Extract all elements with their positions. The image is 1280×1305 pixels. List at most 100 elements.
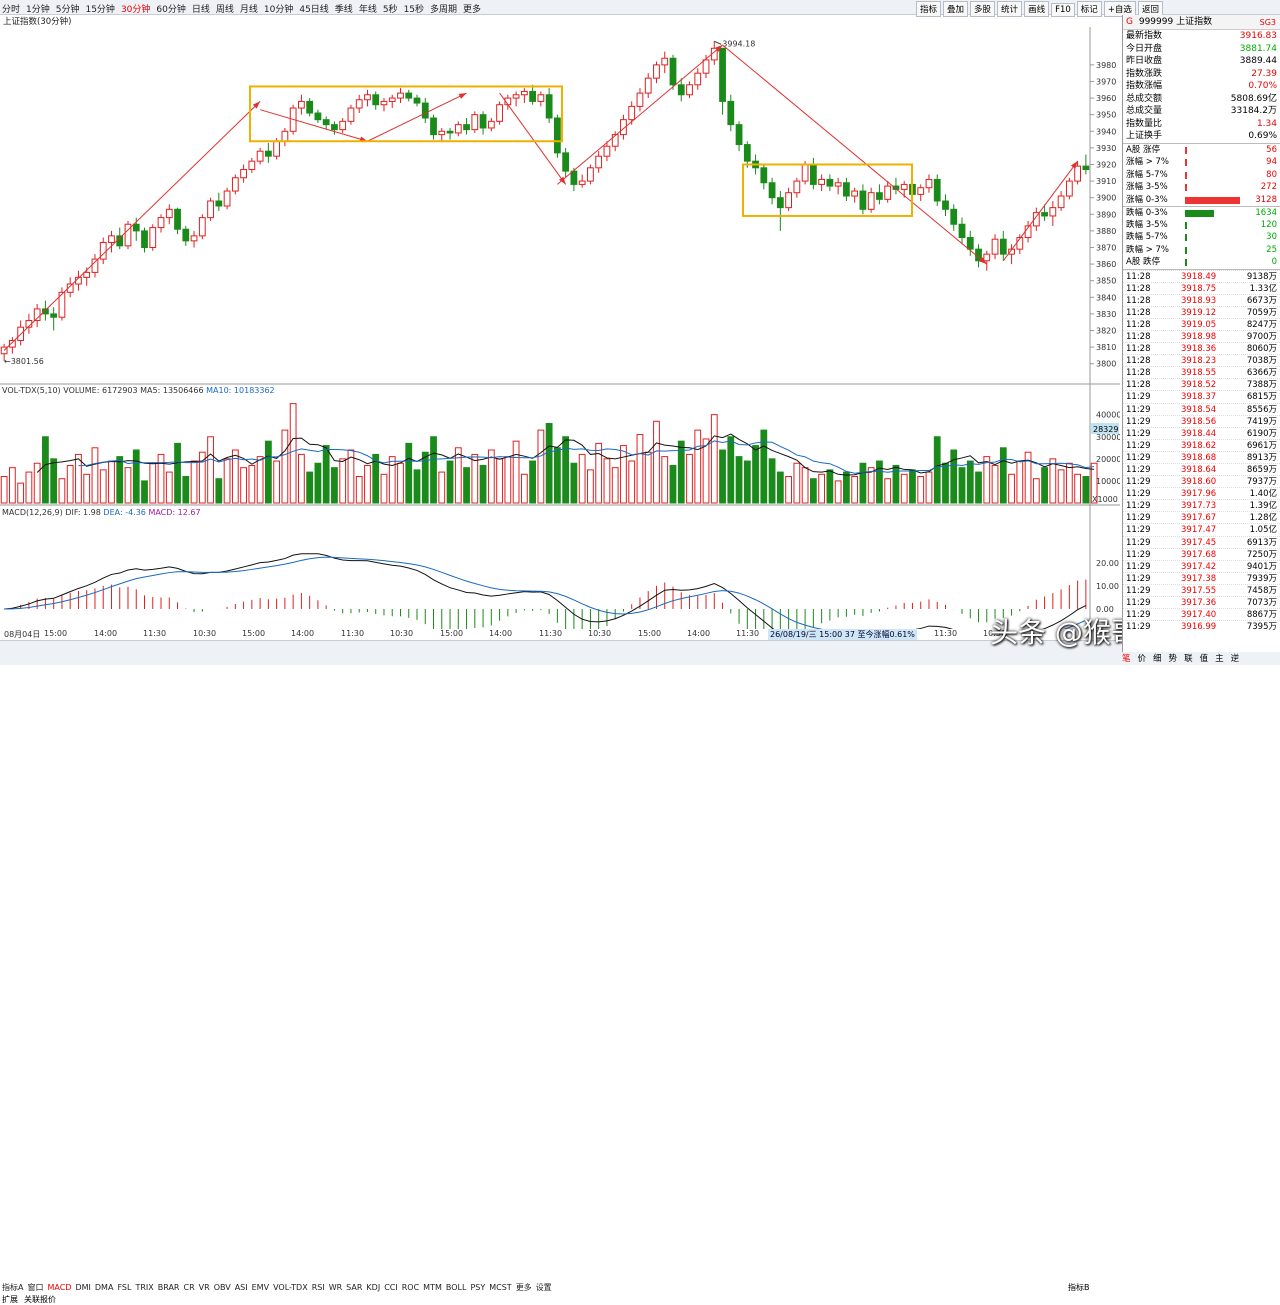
indicator-tab-7[interactable]: BRAR: [158, 1283, 180, 1292]
index-logo-icon: G: [1126, 17, 1133, 27]
period-tab-11[interactable]: 季线: [335, 5, 353, 15]
volume-bar: [727, 436, 735, 504]
period-tab-1[interactable]: 1分钟: [26, 5, 50, 15]
quote-label: 总成交量: [1126, 106, 1163, 116]
volume-bar: [917, 476, 925, 504]
breadth-label: A股 涨停: [1126, 144, 1161, 155]
volume-bar: [397, 462, 404, 504]
indicator-tab-22[interactable]: PSY: [470, 1283, 485, 1292]
candle-body: [595, 155, 603, 169]
indicator-tab-4[interactable]: DMA: [95, 1283, 114, 1292]
trend-arrows: [3, 44, 1079, 351]
indicator-b-button[interactable]: 指标B: [1068, 1282, 1090, 1293]
period-tab-15[interactable]: 多周期: [430, 5, 457, 15]
price-axis-label: 3950: [1096, 111, 1116, 120]
candle-body: [174, 208, 181, 230]
quote-tab-0[interactable]: 笔: [1122, 654, 1131, 664]
indicator-tab-16[interactable]: SAR: [346, 1283, 362, 1292]
quote-tab-3[interactable]: 势: [1169, 654, 1178, 664]
candle-body: [438, 130, 446, 136]
chart-area[interactable]: 3980 3970 3960 3950 3940 3930 3920 3910 3900 3890…: [0, 27, 1120, 629]
period-tab-3[interactable]: 15分钟: [85, 5, 114, 15]
time-label-1: 15:00: [44, 629, 68, 638]
volume-bar: [661, 456, 669, 504]
candle-body: [884, 185, 892, 200]
indicator-tab-15[interactable]: WR: [329, 1283, 342, 1292]
tick-row: 11:28 3918.98 9700万: [1123, 329, 1280, 342]
candle-body: [578, 180, 586, 185]
period-tab-12[interactable]: 年线: [359, 5, 377, 15]
period-tab-7[interactable]: 周线: [216, 5, 234, 15]
period-tab-16[interactable]: 更多: [463, 5, 481, 15]
volume-bar: [306, 471, 314, 504]
indicator-tab-21[interactable]: BOLL: [446, 1283, 467, 1292]
quote-tab-4[interactable]: 联: [1184, 654, 1193, 664]
volume-bar: [636, 434, 644, 504]
period-tab-4[interactable]: 30分钟: [121, 5, 150, 15]
indicator-tab-10[interactable]: OBV: [214, 1283, 231, 1292]
volume-bar: [256, 456, 264, 504]
volume-bar: [405, 442, 413, 504]
indicator-tab-25[interactable]: 设置: [536, 1283, 552, 1292]
volume-bar: [545, 423, 553, 504]
volume-bar: [1057, 469, 1065, 504]
kline-chart-svg[interactable]: 3980 3970 3960 3950 3940 3930 3920 3910 3900 3890…: [0, 27, 1120, 629]
volume-bar: [355, 476, 363, 504]
tick-row: 11:29 3917.67 1.28亿: [1123, 511, 1280, 523]
quote-tab-2[interactable]: 细: [1153, 654, 1162, 664]
period-tab-10[interactable]: 45日线: [299, 5, 328, 15]
indicator-tab-14[interactable]: RSI: [312, 1283, 325, 1292]
volume-axis-label: 40000: [1096, 411, 1120, 420]
tick-list[interactable]: 11:28 3918.49 9138万 11:28 3918.75 1.33亿 11:28 3…: [1123, 268, 1280, 633]
indicator-tab-2[interactable]: MACD: [47, 1283, 71, 1292]
period-tab-2[interactable]: 5分钟: [56, 5, 80, 15]
time-label-5: 15:00: [242, 629, 266, 638]
indicator-tab-0[interactable]: 指标A: [2, 1283, 23, 1292]
indicator-tab-5[interactable]: FSL: [117, 1283, 131, 1292]
sub-tab-1[interactable]: 关联报价: [24, 1295, 56, 1304]
candle-body: [553, 117, 561, 154]
period-tab-8[interactable]: 月线: [240, 5, 258, 15]
candle-body: [454, 124, 462, 134]
tick-row: 11:29 3917.40 8867万: [1123, 608, 1280, 620]
price-axis-label: 3960: [1096, 94, 1116, 103]
indicator-tab-13[interactable]: VOL-TDX: [273, 1283, 308, 1292]
volume-bar: [83, 473, 91, 504]
candle-body: [1049, 207, 1057, 217]
breadth-value: 25: [1266, 244, 1277, 255]
indicator-tab-11[interactable]: ASI: [235, 1283, 248, 1292]
indicator-tab-23[interactable]: MCST: [489, 1283, 511, 1292]
volume-bar: [801, 467, 809, 504]
quote-label: 指数量比: [1126, 118, 1163, 129]
quote-tab-1[interactable]: 价: [1138, 654, 1147, 664]
indicator-tab-3[interactable]: DMI: [75, 1283, 90, 1292]
indicator-tab-8[interactable]: CR: [184, 1283, 195, 1292]
volume-bar: [958, 467, 966, 504]
breadth-row: A股 涨停 56: [1123, 144, 1280, 157]
indicator-tab-17[interactable]: KDJ: [366, 1283, 380, 1292]
sub-tab-0[interactable]: 扩展: [2, 1295, 18, 1304]
indicator-tab-20[interactable]: MTM: [423, 1283, 442, 1292]
indicator-tab-1[interactable]: 窗口: [27, 1283, 43, 1292]
period-tab-14[interactable]: 15秒: [404, 5, 424, 15]
indicator-tab-6[interactable]: TRIX: [135, 1283, 153, 1292]
quote-tab-6[interactable]: 主: [1215, 654, 1224, 664]
candle-body: [314, 112, 322, 121]
period-tab-5[interactable]: 60分钟: [156, 5, 185, 15]
indicator-tab-9[interactable]: VR: [199, 1283, 210, 1292]
period-tab-13[interactable]: 5秒: [383, 5, 398, 15]
indicator-tab-24[interactable]: 更多: [516, 1283, 532, 1292]
macd-axis-label: 20.00: [1096, 559, 1119, 568]
indicator-tab-12[interactable]: EMV: [252, 1283, 269, 1292]
quote-label: 今日开盘: [1126, 43, 1163, 54]
time-label-15: 11:30: [736, 629, 760, 638]
quote-tab-5[interactable]: 值: [1200, 654, 1209, 664]
period-tab-9[interactable]: 10分钟: [264, 5, 293, 15]
indicator-tab-18[interactable]: CCI: [384, 1283, 398, 1292]
candle-body: [496, 104, 503, 122]
period-tab-0[interactable]: 分时: [2, 5, 20, 15]
volume-bar: [834, 480, 842, 504]
indicator-tab-19[interactable]: ROC: [402, 1283, 419, 1292]
period-tab-6[interactable]: 日线: [192, 5, 210, 15]
quote-tab-7[interactable]: 逆: [1231, 654, 1240, 664]
